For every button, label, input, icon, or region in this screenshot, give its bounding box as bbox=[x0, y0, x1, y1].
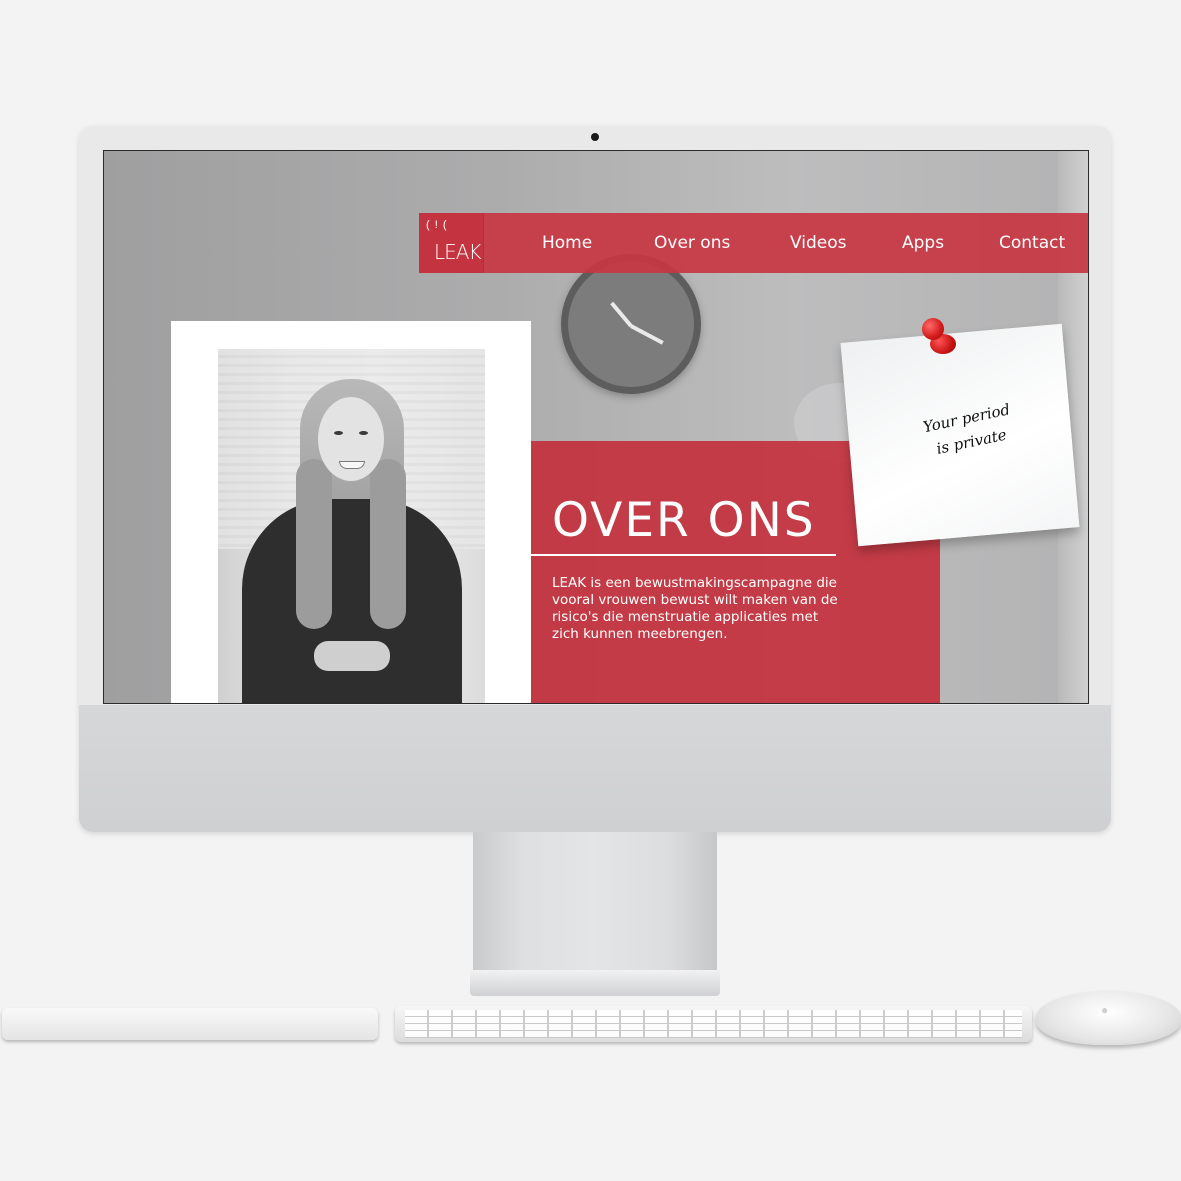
nav-item-contact[interactable]: Contact bbox=[999, 233, 1065, 253]
pushpin-head-icon bbox=[922, 318, 944, 340]
logo-mark: ( ! ( bbox=[426, 219, 448, 231]
logo-text: LEAK bbox=[434, 240, 482, 264]
keyboard bbox=[395, 1006, 1032, 1042]
nav-item-apps[interactable]: Apps bbox=[902, 233, 944, 253]
nav-item-videos[interactable]: Videos bbox=[790, 233, 847, 253]
screen: ( ! ( LEAK Home Over ons Videos Apps Con… bbox=[103, 150, 1089, 704]
imac-stand-base bbox=[470, 970, 720, 996]
imac-chin bbox=[79, 705, 1111, 832]
nav-item-over-ons[interactable]: Over ons bbox=[654, 233, 730, 253]
apple-logo-icon: ● bbox=[1101, 1003, 1109, 1017]
title-divider bbox=[531, 554, 836, 556]
main-navigation bbox=[419, 213, 1088, 273]
imac-stand bbox=[473, 832, 717, 972]
section-body: LEAK is een bewustmakingscampagne die vo… bbox=[552, 575, 838, 642]
clock-icon bbox=[561, 254, 701, 394]
team-member-photo bbox=[218, 349, 485, 703]
camera-icon bbox=[591, 133, 599, 141]
magic-mouse: ● bbox=[1036, 991, 1181, 1045]
site-logo[interactable]: ( ! ( LEAK bbox=[419, 213, 484, 273]
nav-item-home[interactable]: Home bbox=[542, 233, 592, 253]
section-title: OVER ONS bbox=[552, 493, 816, 548]
magic-trackpad bbox=[2, 1008, 378, 1040]
